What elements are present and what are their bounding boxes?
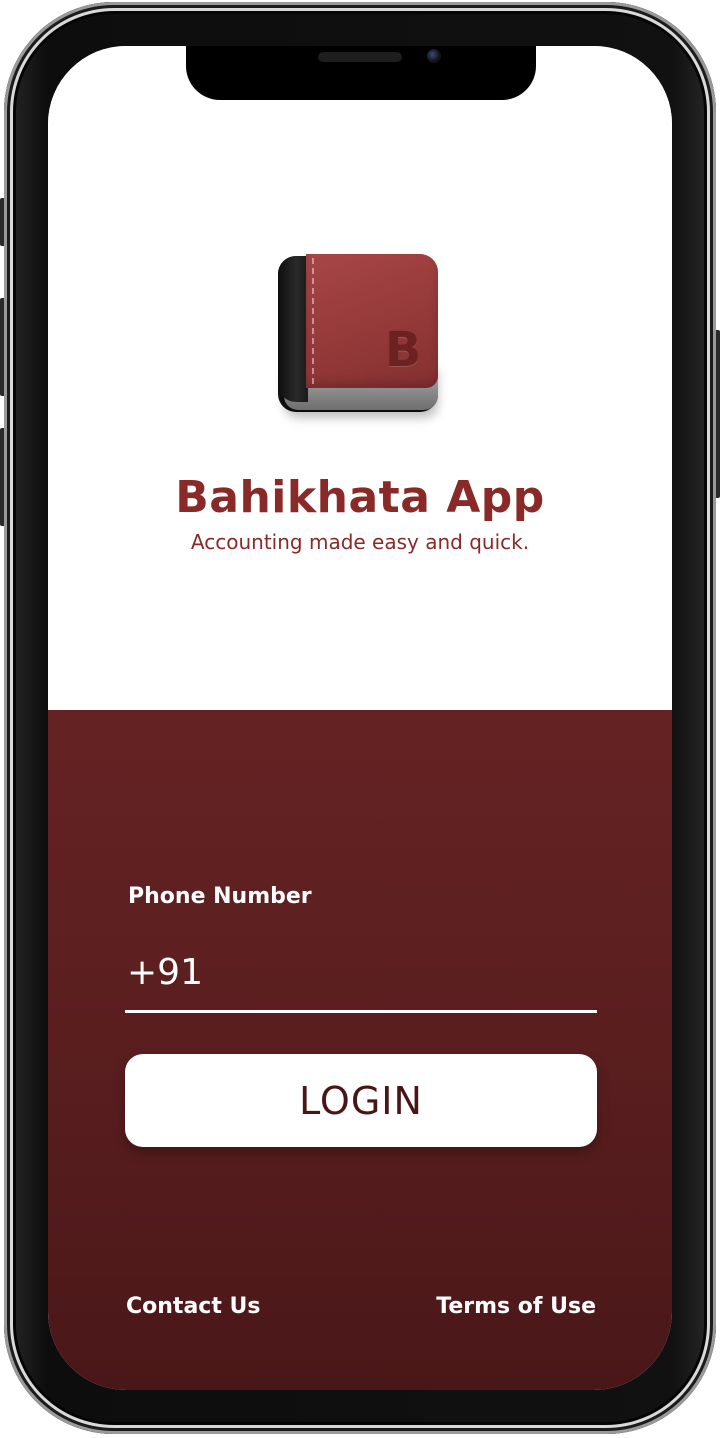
front-camera-icon xyxy=(427,49,441,63)
login-button[interactable]: LOGIN xyxy=(125,1054,597,1147)
phone-number-field[interactable]: +91 xyxy=(125,946,597,1013)
login-panel: Phone Number +91 LOGIN Contact Us Terms … xyxy=(48,710,672,1390)
phone-number-label: Phone Number xyxy=(128,884,312,909)
app-screen: B Bahikhata App Accounting made easy and… xyxy=(48,46,672,1390)
brand-header: B Bahikhata App Accounting made easy and… xyxy=(48,46,672,710)
contact-us-link[interactable]: Contact Us xyxy=(126,1294,260,1319)
country-code-prefix: +91 xyxy=(127,952,203,993)
device-mockup: B Bahikhata App Accounting made easy and… xyxy=(0,0,720,1438)
speaker-grille xyxy=(318,52,402,62)
terms-of-use-link[interactable]: Terms of Use xyxy=(436,1294,596,1319)
app-icon-letter: B xyxy=(384,322,422,378)
app-subtitle: Accounting made easy and quick. xyxy=(190,530,530,554)
phone-number-input[interactable] xyxy=(199,950,593,1004)
app-title: Bahikhata App xyxy=(175,472,545,523)
ledger-book-icon: B xyxy=(278,254,440,416)
notch xyxy=(186,46,536,100)
